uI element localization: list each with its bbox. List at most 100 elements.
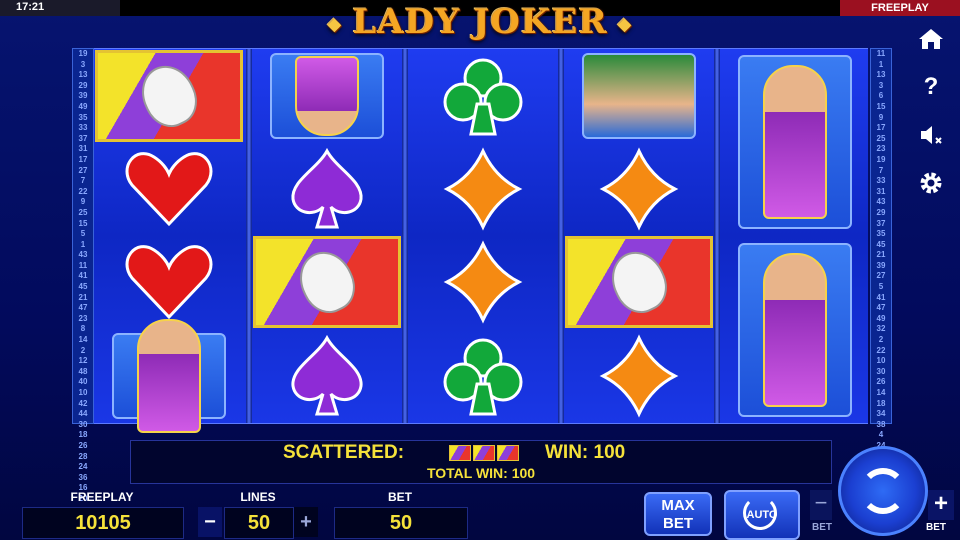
payline-number: 15 [876,101,886,111]
payline-number: 18 [876,398,886,408]
queen-symbol [720,237,870,423]
payline-number: 2 [878,335,884,345]
lines-minus-button[interactable]: − [198,507,222,537]
payline-number: 25 [876,133,886,143]
joker-symbol [564,235,714,328]
spade-symbol [252,329,402,422]
payline-number: 43 [876,197,886,207]
payline-number: 22 [876,345,886,355]
diamond-symbol [408,142,558,235]
payline-number: 42 [78,398,88,408]
payline-number: 49 [876,313,886,323]
payline-number: 37 [78,133,88,143]
club-symbol [408,329,558,422]
payline-number: 23 [78,313,88,323]
payline-number: 45 [876,239,886,249]
payline-number: 26 [78,440,88,450]
payline-number: 26 [876,377,886,387]
payline-number: 4 [878,430,884,440]
payline-number: 11 [78,260,88,270]
payline-number: 25 [78,207,88,217]
payline-number: 30 [78,419,88,429]
payline-number: 1 [878,59,884,69]
payline-number: 28 [78,451,88,461]
reel-3 [408,49,558,423]
bet-label: BET [388,490,412,504]
payline-number: 36 [78,472,88,482]
total-win: TOTAL WIN: 100 [426,465,536,481]
payline-number: 31 [876,186,886,196]
payline-number: 9 [878,112,884,122]
settings-icon[interactable] [914,166,948,200]
reel-area [94,48,870,433]
payline-number: 27 [876,271,886,281]
payline-number: 5 [878,282,884,292]
payline-number: 3 [80,59,86,69]
payline-number: 3 [878,80,884,90]
payline-number: 15 [78,218,88,228]
spin-icon [860,468,906,514]
left-payline-numbers: 19 3 13 29 39 49 35 33 37 31 17 27 7 22 9 25 15 5 1 43 11 41 4… [72,48,94,503]
payline-number: 33 [876,176,886,186]
joker-mini-icon [449,445,471,461]
payline-number: 47 [78,303,88,313]
payline-number: 31 [78,144,88,154]
payline-number: 18 [78,430,88,440]
autoplay-button[interactable]: AUTO [724,490,800,540]
payline-number: 48 [78,366,88,376]
home-icon[interactable] [914,22,948,56]
heart-symbol [94,142,244,235]
help-icon[interactable]: ? [914,70,948,104]
diamond-symbol [408,235,558,328]
joker-symbol [252,235,402,328]
scatter-symbols [449,445,519,461]
spade-symbol [252,142,402,235]
payline-number: 17 [78,154,88,164]
payline-number: 11 [876,49,886,58]
reel-1 [94,49,244,433]
payline-number: 21 [78,292,88,302]
freeplay-label: FREEPLAY [70,490,134,504]
bet-minus-button[interactable]: − [810,490,832,520]
payline-number: 14 [78,335,88,345]
club-symbol [408,49,558,142]
lines-plus-button[interactable]: + [294,507,318,537]
payline-number: 29 [78,80,88,90]
lines-value: 50 [224,507,294,539]
joker-mini-icon [497,445,519,461]
payline-number: 39 [876,260,886,270]
payline-number: 8 [80,324,86,334]
spin-button[interactable] [838,446,928,536]
payline-number: 10 [78,388,88,397]
payline-number: 24 [78,462,88,472]
payline-number: 39 [78,91,88,101]
payline-number: 14 [876,388,886,397]
max-bet-button[interactable]: MAX BET [644,492,712,536]
payline-number: 13 [78,70,88,80]
sound-muted-icon[interactable] [914,118,948,152]
payline-number: 23 [876,144,886,154]
payline-number: 34 [876,409,886,419]
payline-number: 9 [80,197,86,207]
payline-number: 22 [78,186,88,196]
reel-2 [252,49,402,423]
payline-number: 21 [876,250,886,260]
payline-number: 41 [876,292,886,302]
payline-number: 19 [78,49,88,58]
payline-number: 35 [78,112,88,122]
payline-number: 41 [78,271,88,281]
reel-4 [564,49,714,423]
payline-number: 10 [876,356,886,366]
balance-value: 10105 [22,507,184,539]
game-title: ◆ LADY JOKER ◆ [327,2,633,42]
payline-number: 33 [78,123,88,133]
queen-symbol [94,318,244,433]
payline-number: 43 [78,250,88,260]
payline-number: 2 [80,345,86,355]
diamond-symbol [564,142,714,235]
lines-label: LINES [240,490,276,504]
bet-plus-button[interactable]: + [928,490,954,520]
payline-number: 5 [80,229,86,239]
jack-symbol [564,49,714,142]
payline-number: 38 [876,419,886,429]
